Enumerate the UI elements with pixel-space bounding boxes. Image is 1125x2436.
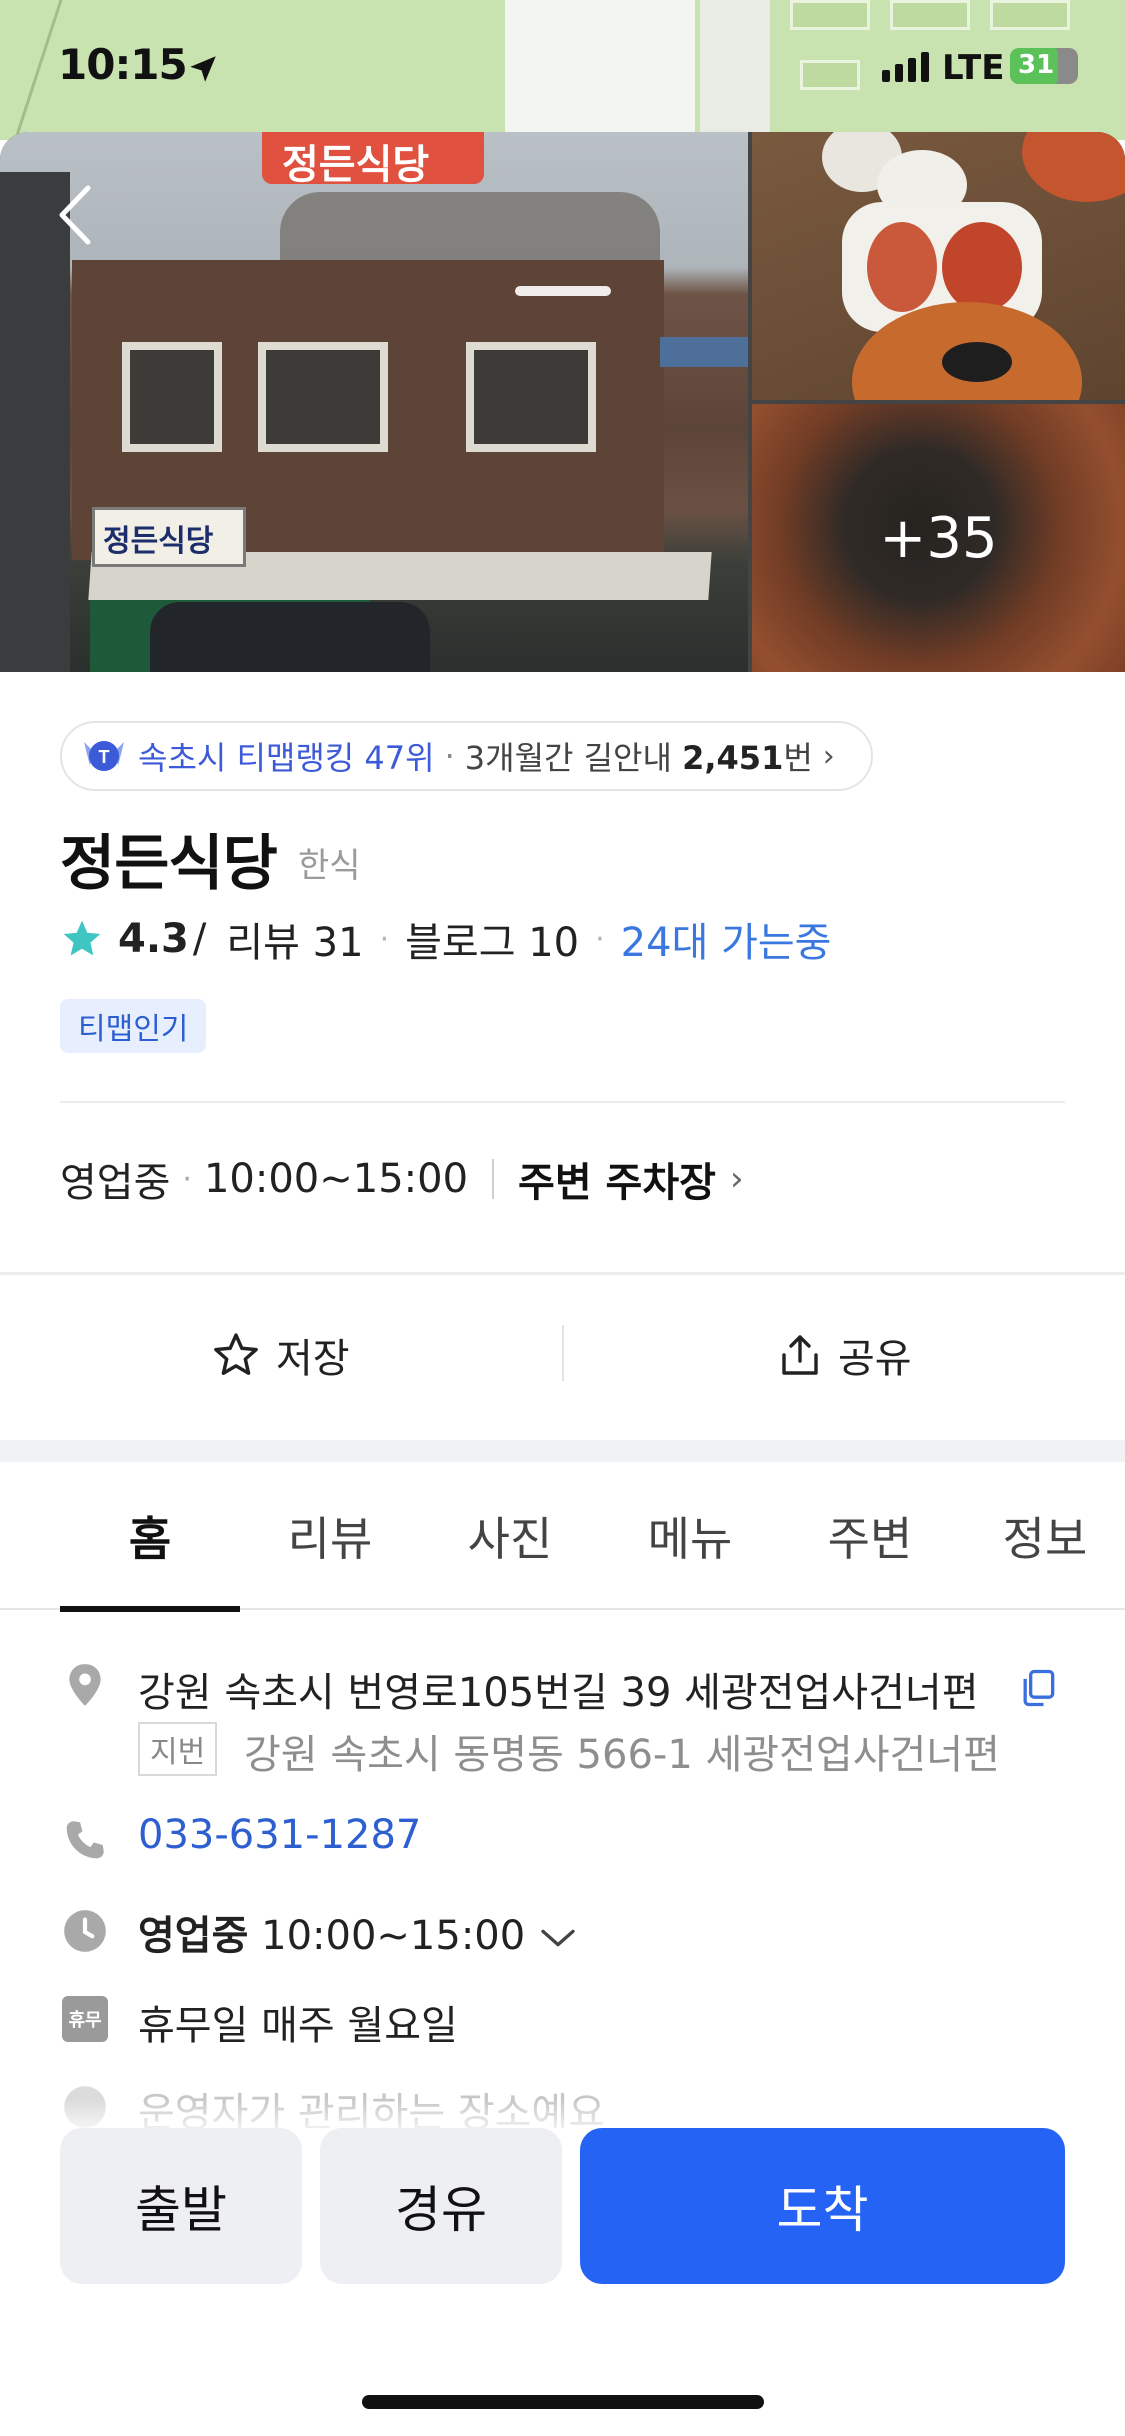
battery-level: 31 <box>1018 50 1055 80</box>
bottom-navigation-bar: 출발 경유 도착 <box>0 2128 1125 2436</box>
phone-number-link[interactable]: 033-631-1287 <box>138 1812 421 1858</box>
tab-photos[interactable]: 사진 <box>420 1462 600 1610</box>
nearby-parking-link[interactable]: 주변 주차장 <box>518 1150 716 1208</box>
tab-bar: 홈 리뷰 사진 메뉴 주변 정보 <box>0 1462 1125 1612</box>
star-outline-icon <box>214 1333 258 1375</box>
chevron-right-icon: › <box>822 738 835 774</box>
going-count: 24대 가는중 <box>620 920 832 966</box>
location-pin-icon <box>69 1664 101 1706</box>
clock-icon <box>64 1910 106 1952</box>
holiday-icon: 휴무 <box>62 1996 108 2042</box>
closed-days: 휴무일 매주 월요일 <box>138 2003 458 2049</box>
star-filled-icon <box>63 920 101 956</box>
main-photo[interactable]: 정든식당 정든식당 <box>0 132 748 672</box>
more-photos-count: +35 <box>879 505 998 571</box>
rooftop-sign: 정든식당 <box>262 132 484 188</box>
open-status-label: 영업중 <box>138 1913 249 1959</box>
photo-gallery[interactable]: 정든식당 정든식당 +35 <box>0 132 1125 672</box>
review-count[interactable]: 리뷰 31 <box>226 910 363 968</box>
tmap-ranking-pill[interactable]: T 속초시 티맵랭킹 47위 · 3개월간 길안내 2,451번 › <box>60 721 873 791</box>
place-title: 정든식당 <box>60 829 278 899</box>
share-button[interactable]: 공유 <box>776 1275 912 1435</box>
svg-text:T: T <box>99 747 110 767</box>
sheet-grab-handle[interactable] <box>515 286 611 296</box>
phone-icon <box>66 1821 104 1859</box>
tab-reviews[interactable]: 리뷰 <box>240 1462 420 1610</box>
place-category: 한식 <box>298 846 361 886</box>
back-arrow-icon[interactable] <box>48 180 108 250</box>
save-button[interactable]: 저장 <box>210 1275 350 1435</box>
navigation-count-text: 3개월간 길안내 2,451번 <box>464 739 813 777</box>
tab-nearby[interactable]: 주변 <box>780 1462 960 1610</box>
status-time: 10:15 <box>58 40 188 89</box>
tab-info[interactable]: 정보 <box>960 1462 1125 1610</box>
network-label: LTE <box>942 48 1005 88</box>
open-hours: 10:00~15:00 <box>203 1156 469 1202</box>
business-hours-row[interactable]: 영업중 10:00~15:00 <box>138 1903 578 1961</box>
blog-count[interactable]: 블로그 10 <box>405 910 579 968</box>
road-address: 강원 속초시 번영로105번길 39 세광전업사건너편 <box>138 1670 979 1716</box>
copy-icon[interactable] <box>1016 1665 1060 1711</box>
action-bar: 저장 공유 <box>0 1275 1125 1435</box>
status-bar: 10:15 LTE 31 <box>0 0 1125 140</box>
tab-menu[interactable]: 메뉴 <box>600 1462 780 1610</box>
home-indicator[interactable] <box>362 2395 764 2409</box>
chevron-right-icon: › <box>729 1159 744 1199</box>
rating-value: 4.3 <box>118 916 189 962</box>
tmap-popular-badge: 티맵인기 <box>60 999 207 1053</box>
open-hours-detail: 10:00~15:00 <box>261 1913 526 1959</box>
food-photo-1[interactable] <box>752 132 1125 400</box>
food-photo-2[interactable]: +35 <box>752 404 1125 672</box>
share-icon <box>782 1335 818 1375</box>
battery-icon: 31 <box>1010 48 1078 84</box>
chevron-down-icon <box>541 1929 575 1947</box>
tmap-rank-badge-icon: T <box>84 741 124 771</box>
city-rank-text: 속초시 티맵랭킹 47위 <box>138 739 435 777</box>
section-separator <box>0 1440 1125 1462</box>
start-button[interactable]: 출발 <box>60 2128 302 2284</box>
rating-row: 4.3 / 리뷰 31 · 블로그 10 · 24대 가는중 <box>60 910 832 968</box>
store-sign: 정든식당 <box>92 507 246 567</box>
divider <box>60 1101 1065 1103</box>
jibun-tag: 지번 <box>138 1722 218 1776</box>
location-arrow-icon <box>190 56 216 82</box>
tab-home[interactable]: 홈 <box>60 1462 240 1612</box>
jibun-address: 강원 속초시 동명동 566-1 세광전업사건너편 <box>244 1732 1000 1778</box>
destination-button[interactable]: 도착 <box>580 2128 1065 2284</box>
via-button[interactable]: 경유 <box>320 2128 562 2284</box>
hours-summary-row: 영업중 · 10:00~15:00 주변 주차장 › <box>60 1150 744 1208</box>
cellular-signal-icon <box>882 52 929 82</box>
open-status: 영업중 <box>60 1160 171 1206</box>
